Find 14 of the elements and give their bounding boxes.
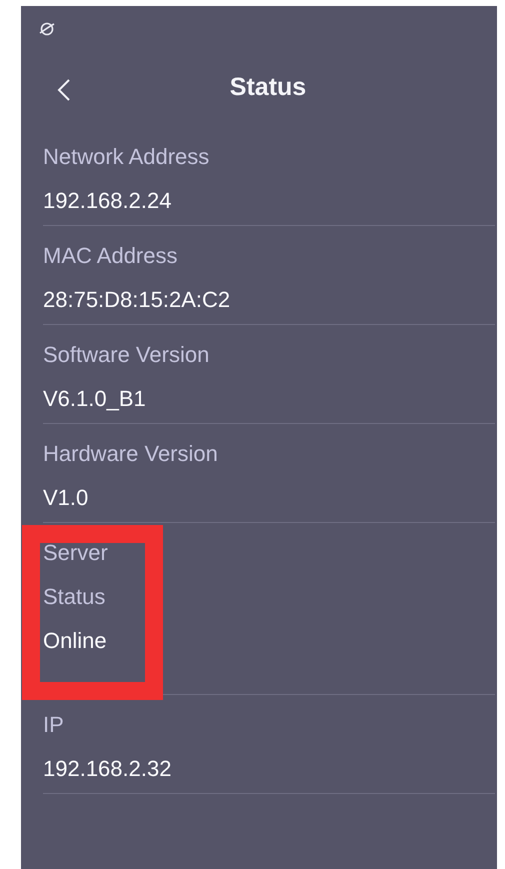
field-value: V6.1.0_B1 [43,385,147,413]
field-value: 28:75:D8:15:2A:C2 [43,286,232,314]
field-value: Online [43,627,108,655]
field-label: Hardware Version [43,440,219,468]
planet-icon [38,20,56,38]
field-value: 192.168.2.32 [43,755,172,783]
field-value: V1.0 [43,484,90,512]
field-label: Server Status [43,539,109,611]
field-label: Network Address [43,143,210,171]
field-label: Software Version [43,341,210,369]
field-label: IP [43,711,65,739]
field-value: 192.168.2.24 [43,187,172,215]
field-label: MAC Address [43,242,178,270]
screen-title: Status [230,73,306,102]
